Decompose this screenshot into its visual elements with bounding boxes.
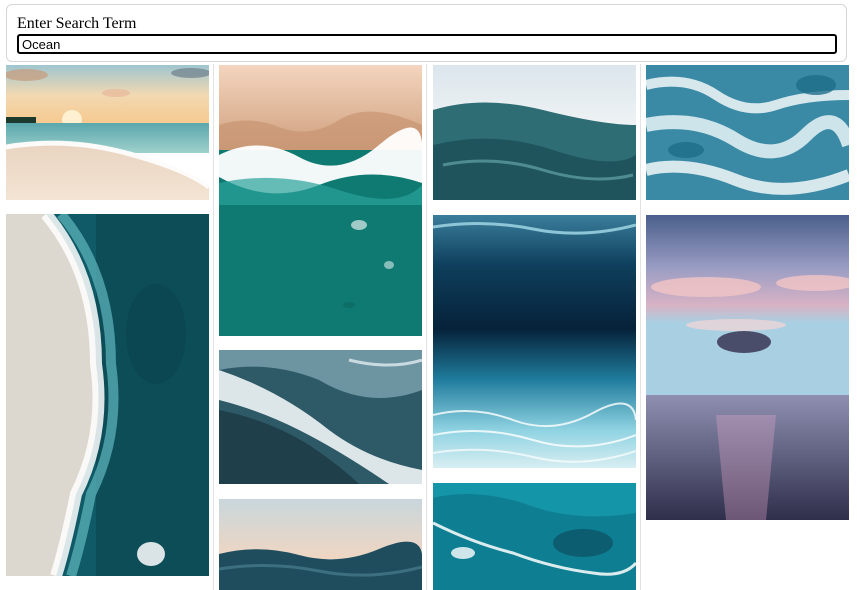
search-input[interactable] [17, 34, 837, 54]
gallery-image-turquoise-reef[interactable] [433, 483, 636, 590]
gallery-image-calm-sea-dusk[interactable] [219, 499, 422, 590]
column-divider [426, 64, 427, 590]
column-divider [213, 64, 214, 590]
gallery-image-dark-waves[interactable] [433, 65, 636, 200]
gallery-image-white-foam[interactable] [646, 65, 849, 200]
gallery-image-crashing-surf[interactable] [219, 350, 422, 484]
search-panel: Enter Search Term [6, 4, 847, 62]
image-gallery [0, 64, 857, 590]
gallery-image-sunset-beach[interactable] [6, 65, 209, 200]
gallery-image-aerial-shoreline[interactable] [6, 214, 209, 576]
search-label: Enter Search Term [17, 15, 137, 32]
gallery-image-aerial-sand-teal[interactable] [219, 65, 422, 336]
gallery-image-pink-sky-sea[interactable] [646, 215, 849, 520]
gallery-image-underwater[interactable] [433, 215, 636, 468]
column-divider [640, 64, 641, 590]
